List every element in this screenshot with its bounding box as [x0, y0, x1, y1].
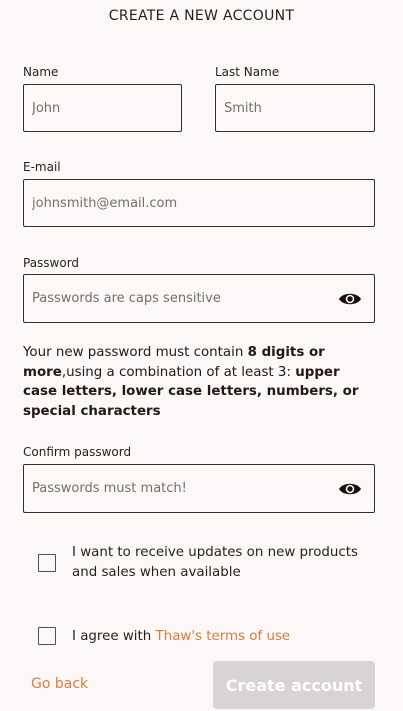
name-input[interactable] [32, 85, 139, 131]
confirm-password-label: Confirm password [23, 445, 132, 459]
last-name-input[interactable] [224, 85, 332, 131]
confirm-password-field[interactable] [23, 464, 375, 513]
page-title: CREATE A NEW ACCOUNT [108, 8, 295, 24]
updates-checkbox-label: I want to receive updates on new product… [72, 545, 359, 580]
terms-of-use-link[interactable]: Thaw's terms of use [156, 629, 291, 644]
password-field[interactable] [23, 274, 375, 323]
name-field[interactable] [23, 84, 182, 132]
password-note-text-2: ,using a combination of at least 3: [61, 364, 296, 380]
last-name-field[interactable] [215, 84, 375, 132]
go-back-link[interactable]: Go back [31, 676, 88, 692]
eye-icon[interactable] [338, 291, 362, 307]
eye-icon[interactable] [338, 481, 362, 497]
terms-checkbox-row[interactable]: I agree with Thaw's terms of use [38, 627, 378, 647]
terms-checkbox[interactable] [38, 627, 56, 645]
terms-checkbox-label: I agree with Thaw's terms of use [72, 627, 290, 647]
terms-prefix: I agree with [72, 629, 156, 644]
create-account-screen: CREATE A NEW ACCOUNT Name Last Name E-ma… [0, 0, 403, 711]
updates-checkbox[interactable] [38, 554, 56, 572]
confirm-password-input[interactable] [32, 465, 332, 512]
create-account-button[interactable]: Create account [213, 661, 375, 709]
password-requirements: Your new password must contain 8 digits … [23, 343, 378, 421]
name-label: Name [23, 65, 59, 79]
email-field[interactable] [23, 179, 375, 227]
email-input[interactable] [32, 180, 332, 226]
last-name-label: Last Name [215, 65, 280, 79]
email-label: E-mail [23, 160, 61, 174]
updates-checkbox-row[interactable]: I want to receive updates on new product… [38, 543, 378, 582]
password-note-text-1: Your new password must contain [23, 345, 248, 360]
password-input[interactable] [32, 275, 332, 322]
password-label: Password [23, 256, 80, 270]
